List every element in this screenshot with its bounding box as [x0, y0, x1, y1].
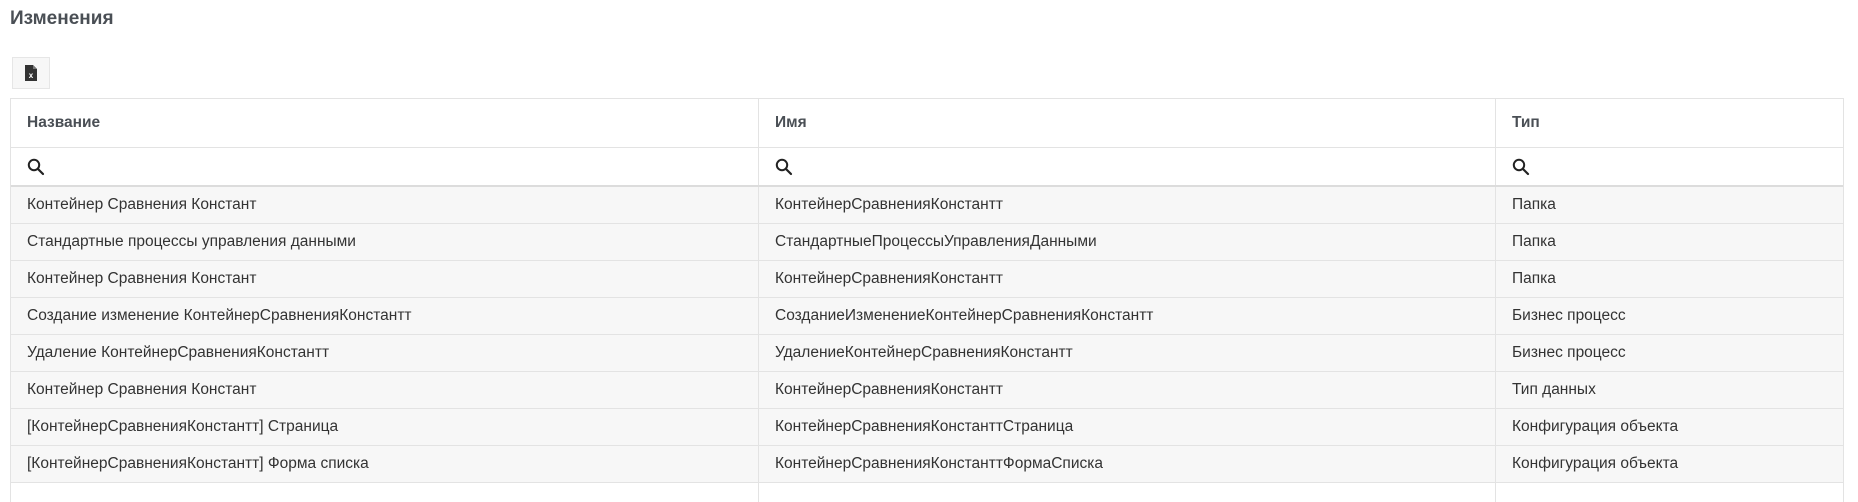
table-empty-row [11, 483, 1843, 502]
column-header-type[interactable]: Тип [1496, 99, 1843, 147]
svg-text:x: x [29, 71, 34, 80]
empty-cell [1496, 483, 1843, 502]
table-row[interactable]: Создание изменение КонтейнерСравненияКон… [11, 298, 1843, 335]
column-header-identifier[interactable]: Имя [759, 99, 1496, 147]
search-icon[interactable] [27, 158, 45, 176]
empty-cell [11, 483, 759, 502]
cell-name: [КонтейнерСравненияКонстантт] Страница [11, 409, 759, 445]
table-row[interactable]: Контейнер Сравнения Констант КонтейнерСр… [11, 372, 1843, 409]
cell-identifier: КонтейнерСравненияКонстантт [759, 261, 1496, 297]
cell-identifier: КонтейнерСравненияКонстанттСтраница [759, 409, 1496, 445]
grid-toolbar: x [12, 57, 50, 89]
excel-file-icon: x [24, 65, 38, 81]
table-row[interactable]: [КонтейнерСравненияКонстантт] Страница К… [11, 409, 1843, 446]
cell-identifier: КонтейнерСравненияКонстантт [759, 372, 1496, 408]
cell-name: Создание изменение КонтейнерСравненияКон… [11, 298, 759, 334]
cell-name: [КонтейнерСравненияКонстантт] Форма спис… [11, 446, 759, 482]
table-row[interactable]: Контейнер Сравнения Констант КонтейнерСр… [11, 187, 1843, 224]
export-excel-button[interactable]: x [12, 57, 50, 89]
cell-name: Контейнер Сравнения Констант [11, 372, 759, 408]
cell-type: Конфигурация объекта [1512, 455, 1679, 472]
changes-table: Название Имя Тип Контейнер Сравнения Кон… [10, 98, 1844, 502]
cell-identifier: СозданиеИзменениеКонтейнерСравненияКонст… [759, 298, 1496, 334]
cell-name: Контейнер Сравнения Констант [11, 187, 759, 223]
search-icon[interactable] [775, 158, 793, 176]
cell-type: Бизнес процесс [1512, 307, 1626, 324]
changes-page: Изменения x Название Имя Тип Контейнер С… [0, 0, 1858, 502]
cell-identifier: КонтейнерСравненияКонстантт [759, 187, 1496, 223]
cell-type: Бизнес процесс [1512, 344, 1626, 361]
table-filter-row [11, 148, 1843, 187]
cell-type: Конфигурация объекта [1512, 418, 1679, 435]
cell-name: Контейнер Сравнения Констант [11, 261, 759, 297]
cell-identifier: КонтейнерСравненияКонстанттФормаСписка [759, 446, 1496, 482]
page-title: Изменения [10, 8, 114, 29]
column-header-name[interactable]: Название [11, 99, 759, 147]
table-header-row: Название Имя Тип [11, 99, 1843, 148]
table-row[interactable]: Стандартные процессы управления данными … [11, 224, 1843, 261]
cell-identifier: УдалениеКонтейнерСравненияКонстантт [759, 335, 1496, 371]
filter-cell-type[interactable] [1496, 148, 1843, 185]
table-row[interactable]: Удаление КонтейнерСравненияКонстантт Уда… [11, 335, 1843, 372]
search-icon[interactable] [1512, 158, 1530, 176]
filter-cell-name[interactable] [11, 148, 759, 185]
cell-type: Тип данных [1512, 381, 1596, 398]
cell-type: Папка [1512, 196, 1556, 213]
cell-name: Стандартные процессы управления данными [11, 224, 759, 260]
cell-type: Папка [1512, 270, 1556, 287]
cell-type: Папка [1512, 233, 1556, 250]
table-row[interactable]: Контейнер Сравнения Констант КонтейнерСр… [11, 261, 1843, 298]
table-row[interactable]: [КонтейнерСравненияКонстантт] Форма спис… [11, 446, 1843, 483]
empty-cell [759, 483, 1496, 502]
filter-cell-identifier[interactable] [759, 148, 1496, 185]
cell-name: Удаление КонтейнерСравненияКонстантт [11, 335, 759, 371]
cell-identifier: СтандартныеПроцессыУправленияДанными [759, 224, 1496, 260]
